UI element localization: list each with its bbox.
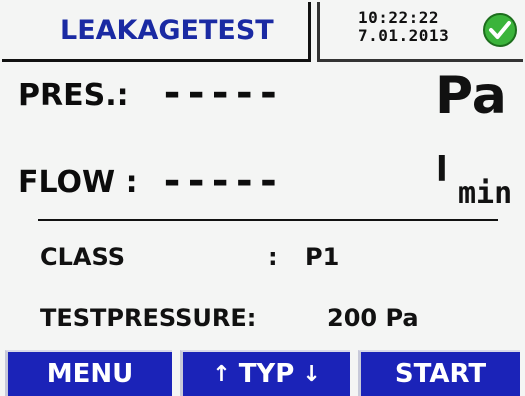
menu-button-label: MENU — [46, 359, 134, 389]
datetime-panel: 10:22:22 7.01.2013 — [317, 2, 523, 62]
pressure-value: ----- — [160, 70, 281, 116]
testpressure-value: 200 Pa — [327, 304, 419, 332]
start-button[interactable]: START — [358, 350, 520, 396]
testpressure-label: TESTPRESSURE: — [40, 304, 257, 332]
title-panel: LEAKAGETEST — [2, 2, 311, 62]
type-select-button[interactable]: ↑ TYP ↓ — [180, 350, 350, 396]
class-separator: : — [268, 243, 278, 271]
flow-unit: l min — [436, 150, 516, 220]
clock-time: 10:22:22 — [358, 8, 440, 27]
class-value: P1 — [305, 243, 340, 271]
type-button-label: TYP — [238, 359, 295, 389]
pressure-label: PRES.: — [18, 78, 129, 113]
flow-label: FLOW : — [18, 165, 138, 200]
menu-button[interactable]: MENU — [5, 350, 172, 396]
arrow-down-icon: ↓ — [302, 361, 321, 387]
pressure-unit: Pa — [435, 66, 507, 126]
start-button-label: START — [394, 359, 487, 389]
flow-unit-liter: l — [436, 150, 448, 190]
flow-value: ----- — [160, 158, 281, 204]
arrow-up-icon: ↑ — [212, 361, 231, 387]
softkey-bar: MENU ↑ TYP ↓ START — [0, 350, 525, 396]
page-title: LEAKAGETEST — [60, 15, 274, 46]
clock-date: 7.01.2013 — [358, 26, 450, 45]
divider — [38, 219, 498, 221]
check-icon — [483, 13, 517, 47]
class-label: CLASS — [40, 243, 125, 271]
flow-unit-minute: min — [458, 176, 513, 211]
leakage-test-screen: LEAKAGETEST 10:22:22 7.01.2013 PRES.: --… — [0, 0, 525, 396]
